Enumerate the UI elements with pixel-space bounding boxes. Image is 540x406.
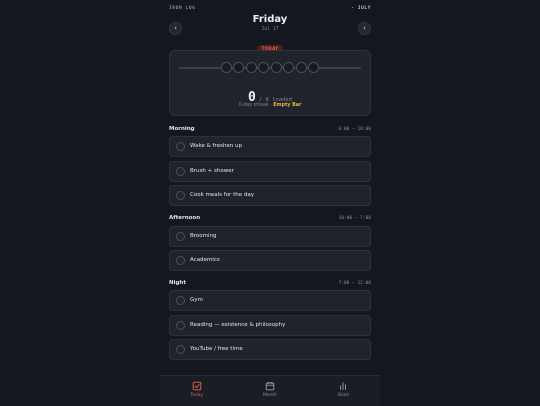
plate-icon — [245, 62, 257, 73]
tab-today[interactable]: Today — [160, 376, 233, 406]
task-label: Cook meals for the day — [190, 191, 254, 198]
task-label: Reading — existence & philosophy — [190, 321, 286, 328]
checkbox-icon[interactable] — [176, 142, 185, 151]
task-label: Wake & freshen up — [190, 142, 243, 149]
checkbox-icon[interactable] — [176, 345, 185, 354]
plate-icon — [258, 62, 270, 73]
checkbox-icon[interactable] — [176, 296, 185, 305]
streak-row: 0-day streak · Empty Bar — [170, 103, 370, 108]
section-time: 7:00 – 12:00 — [338, 280, 371, 286]
month-label: · JULY — [351, 6, 371, 11]
tab-label: Month — [262, 393, 278, 398]
plate-icon — [270, 62, 282, 73]
streak-text: 0-day streak · — [238, 103, 274, 108]
checkbox-icon[interactable] — [176, 232, 185, 241]
app-screen: IRON LOG · JULY ‹ › Friday Jul 17 TODAY … — [160, 0, 380, 406]
tab-label: Stats — [337, 393, 350, 398]
day-name: Friday — [252, 14, 288, 25]
plate-icon — [295, 62, 307, 73]
tab-stats[interactable]: Stats — [307, 376, 380, 406]
section-time: 6:00 – 10:00 — [338, 126, 371, 132]
section-title: Morning — [169, 126, 195, 132]
plate-icon — [233, 62, 245, 73]
brand-title: IRON LOG — [169, 6, 196, 11]
checkbox-icon[interactable] — [176, 191, 185, 200]
task-item[interactable]: Cook meals for the day — [169, 185, 371, 206]
plate-row — [170, 62, 370, 73]
top-bar: IRON LOG · JULY — [169, 6, 371, 14]
section-title: Night — [169, 280, 186, 286]
section-afternoon-header: Afternoon 10:00 – 7:00 — [169, 215, 371, 223]
task-label: Brush + shower — [190, 167, 234, 174]
section-title: Afternoon — [169, 215, 201, 221]
checkbox-icon[interactable] — [176, 321, 185, 330]
section-morning-header: Morning 6:00 – 10:00 — [169, 126, 371, 134]
checkbox-icon[interactable] — [176, 256, 185, 265]
section-night-header: Night 7:00 – 12:00 — [169, 280, 371, 288]
task-item[interactable]: Wake & freshen up — [169, 136, 371, 157]
task-item[interactable]: Reading — existence & philosophy — [169, 315, 371, 336]
day-date: Jul 17 — [261, 27, 279, 32]
plate-icon — [308, 62, 320, 73]
task-label: YouTube / free time — [190, 345, 243, 352]
section-time: 10:00 – 7:00 — [338, 215, 371, 221]
checkbox-icon — [192, 381, 201, 391]
task-item[interactable]: Academics — [169, 250, 371, 271]
task-item[interactable]: YouTube / free time — [169, 339, 371, 360]
task-label: Academics — [190, 256, 220, 263]
streak-status: Empty Bar — [273, 103, 302, 108]
task-label: Gym — [190, 296, 203, 303]
bottom-tab-bar: Today Month Stats — [160, 375, 380, 406]
calendar-icon — [265, 382, 275, 391]
progress-card: 0/ 8 loaded 0-day streak · Empty Bar — [169, 50, 371, 116]
task-item[interactable]: Gym — [169, 290, 371, 311]
tab-label: Today — [190, 393, 204, 398]
checkbox-icon[interactable] — [176, 167, 185, 176]
tab-month[interactable]: Month — [233, 376, 306, 406]
task-item[interactable]: Brooming — [169, 226, 371, 247]
task-label: Brooming — [190, 232, 217, 239]
plate-icon — [220, 62, 232, 73]
plate-icon — [283, 62, 295, 73]
task-item[interactable]: Brush + shower — [169, 161, 371, 182]
bar-chart-icon — [340, 382, 347, 390]
